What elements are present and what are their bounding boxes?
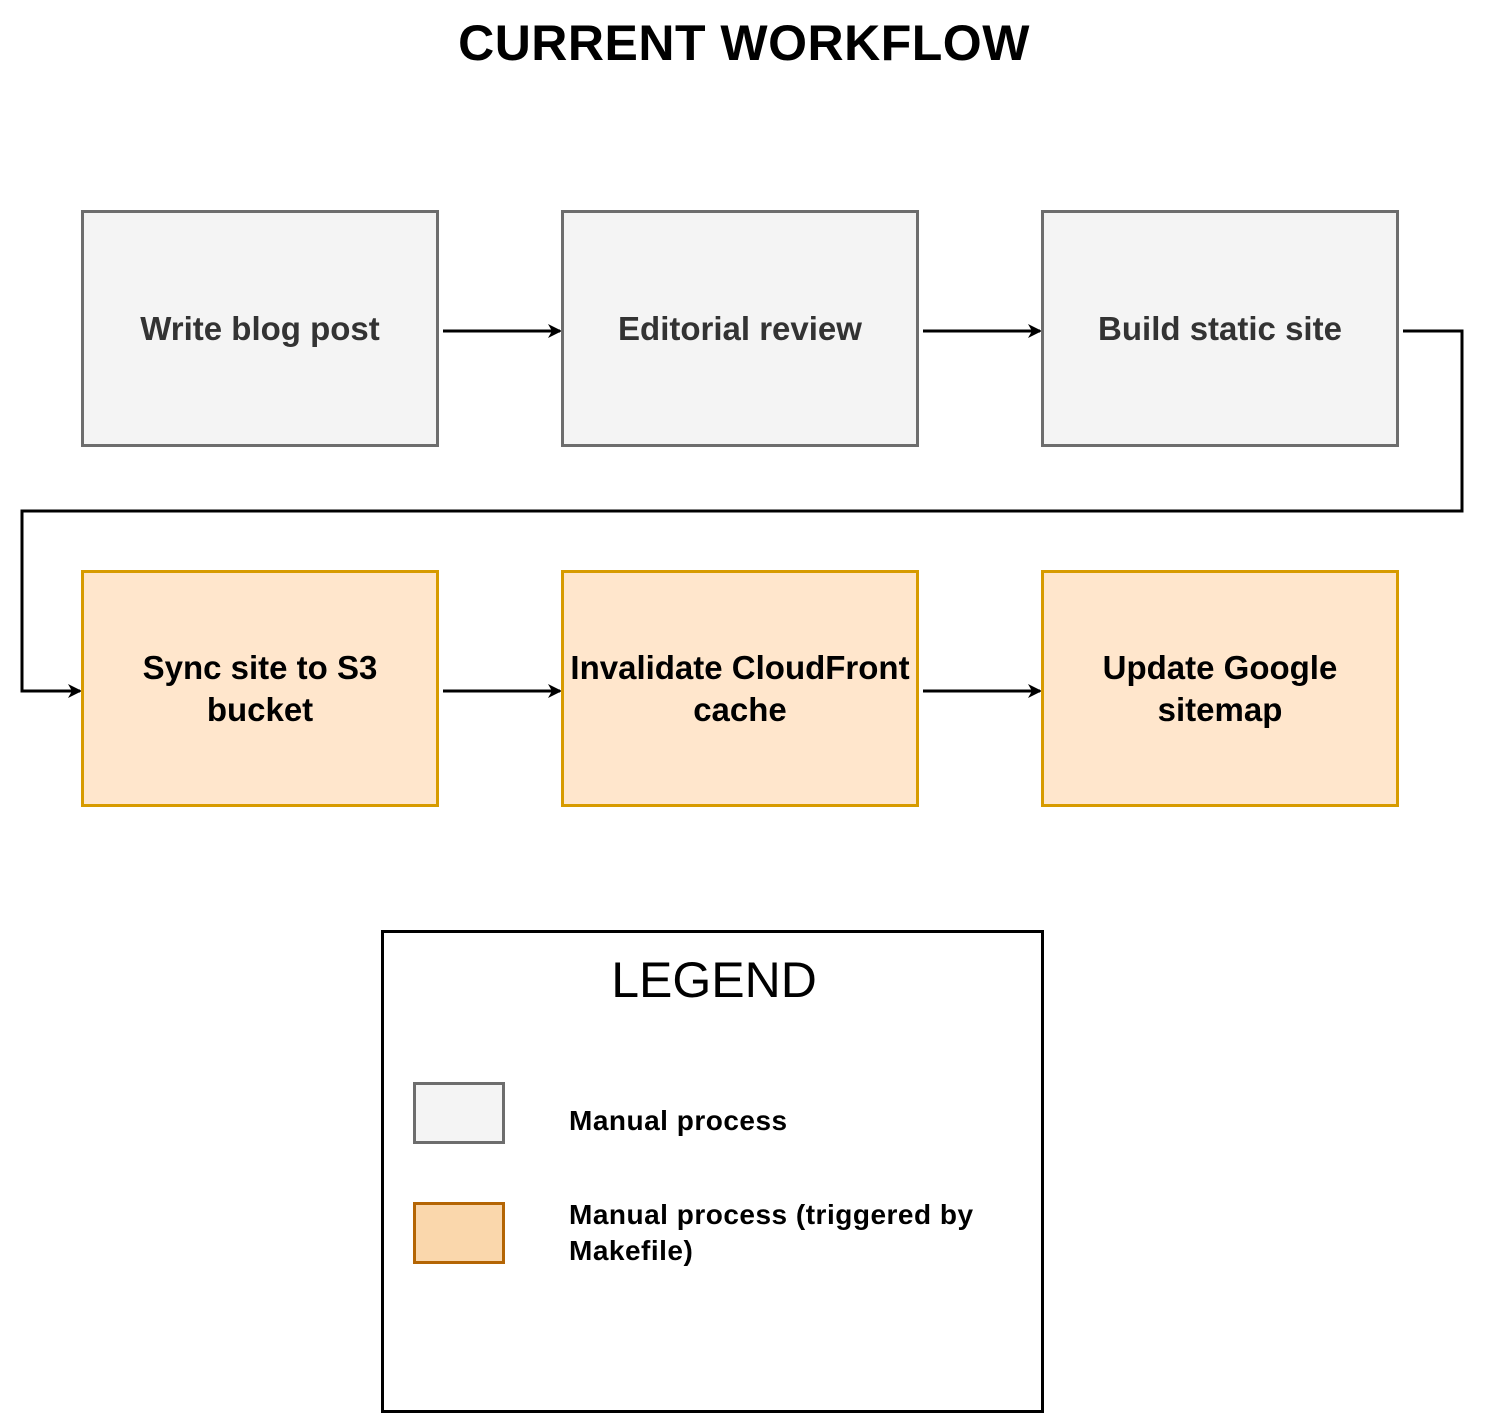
step-write-blog-post: Write blog post (81, 210, 439, 447)
step-label: Sync site to S3 bucket (142, 648, 378, 728)
step-sync-s3: Sync site to S3 bucket (81, 570, 439, 807)
step-invalidate-cloudfront: Invalidate CloudFront cache (561, 570, 919, 807)
step-build-static-site: Build static site (1041, 210, 1399, 447)
step-label: Invalidate CloudFront cache (570, 648, 910, 728)
legend-swatch-makefile (413, 1202, 505, 1264)
step-label: Build static site (1098, 309, 1342, 347)
step-update-sitemap: Update Google sitemap (1041, 570, 1399, 807)
step-label: Update Google sitemap (1102, 648, 1338, 728)
step-label: Editorial review (618, 309, 862, 347)
legend: LEGEND Manual process Manual process (tr… (381, 930, 1044, 1413)
step-editorial-review: Editorial review (561, 210, 919, 447)
legend-swatch-manual (413, 1082, 505, 1144)
legend-label-manual: Manual process (569, 1105, 788, 1136)
legend-title: LEGEND (611, 952, 817, 1008)
step-label: Write blog post (140, 309, 380, 347)
legend-label-makefile: Manual process (triggered by Makefile) (569, 1199, 974, 1266)
